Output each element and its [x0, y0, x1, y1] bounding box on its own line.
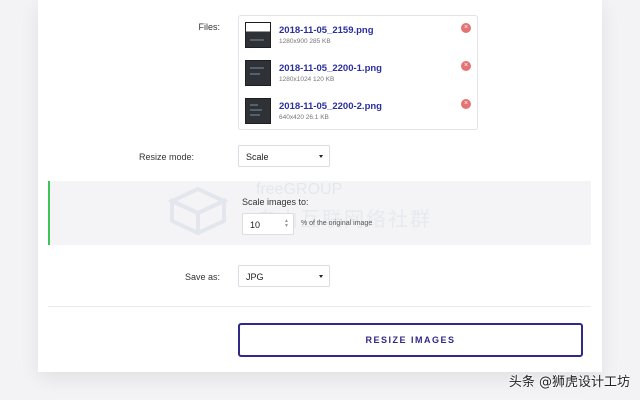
scale-title: Scale images to:: [242, 197, 309, 207]
scale-suffix: % of the original image: [301, 220, 373, 227]
file-meta: 1280x900 285 KB: [279, 38, 331, 45]
watermark: freeGROUP 自由互联网络社群: [168, 181, 488, 241]
file-name[interactable]: 2018-11-05_2159.png: [279, 25, 374, 36]
file-item: 2018-11-05_2159.png 1280x900 285 KB ×: [239, 16, 477, 54]
resize-mode-select[interactable]: Scale: [238, 145, 330, 167]
save-as-select[interactable]: JPG: [238, 265, 330, 287]
scale-input[interactable]: 10 ▲ ▼: [242, 213, 294, 235]
file-meta: 1280x1024 120 KB: [279, 76, 335, 83]
resize-mode-label: Resize mode:: [138, 152, 194, 162]
spinner-icon[interactable]: ▲ ▼: [284, 219, 289, 229]
file-item: 2018-11-05_2200-2.png 640x420 26.1 KB ×: [239, 92, 477, 130]
file-thumbnail: [245, 98, 271, 124]
file-name[interactable]: 2018-11-05_2200-2.png: [279, 101, 382, 112]
scale-value: 10: [250, 220, 261, 230]
resize-images-button[interactable]: RESIZE IMAGES: [238, 323, 583, 357]
save-as-label: Save as:: [184, 272, 220, 282]
remove-file-icon[interactable]: ×: [461, 99, 471, 109]
file-thumbnail: [245, 22, 271, 48]
resize-form-card: Files: 2018-11-05_2159.png 1280x900 285 …: [38, 0, 602, 372]
file-name[interactable]: 2018-11-05_2200-1.png: [279, 63, 382, 74]
save-as-value: JPG: [246, 272, 264, 282]
file-thumbnail: [245, 60, 271, 86]
watermark-cube-icon: [168, 186, 228, 235]
chevron-down-icon: [319, 275, 323, 278]
file-item: 2018-11-05_2200-1.png 1280x1024 120 KB ×: [239, 54, 477, 92]
remove-file-icon[interactable]: ×: [461, 61, 471, 71]
divider: [48, 306, 591, 307]
remove-file-icon[interactable]: ×: [461, 23, 471, 33]
file-list: 2018-11-05_2159.png 1280x900 285 KB × 20…: [238, 15, 478, 130]
file-meta: 640x420 26.1 KB: [279, 114, 329, 121]
scale-options-panel: freeGROUP 自由互联网络社群 Scale images to: 10 ▲…: [48, 181, 591, 245]
files-label: Files:: [198, 22, 220, 32]
credit-watermark: 头条 @狮虎设计工坊: [508, 375, 630, 390]
chevron-down-icon: [319, 155, 323, 158]
resize-mode-value: Scale: [246, 152, 269, 162]
